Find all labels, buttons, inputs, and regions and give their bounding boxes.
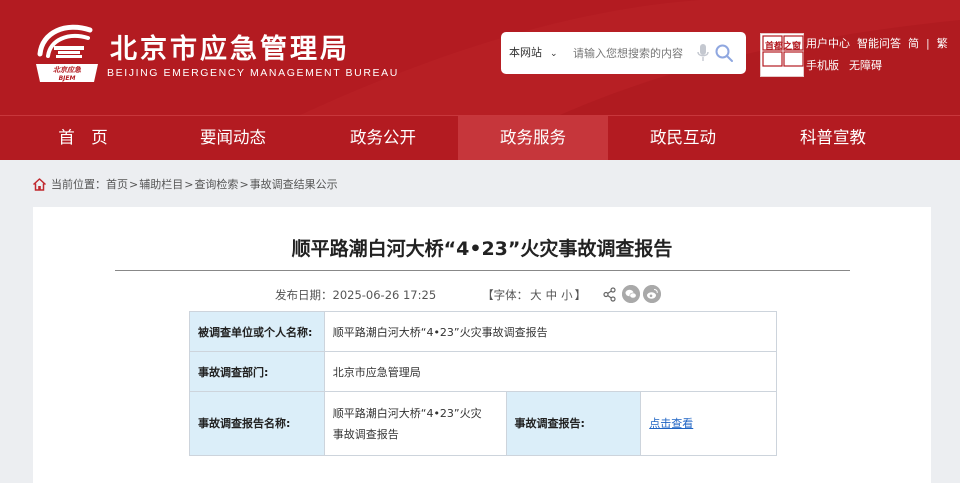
site-title: 北京市应急管理局 [110,34,350,65]
accessibility-link[interactable]: 无障碍 [849,58,882,74]
main-nav: 首 页 要闻动态 政务公开 政务服务 政民互动 科普宣教 [0,115,960,160]
report-file-label: 事故调查报告: [505,391,642,456]
article-card: 顺平路潮白河大桥“4•23”火灾事故调查报告 发布日期： 2025-06-26 … [33,207,931,483]
report-name-line-1: 顺平路潮白河大桥“4•23”火灾 [332,406,482,420]
svg-text:BJEM: BJEM [59,75,76,82]
divider: | [926,37,930,50]
home-icon [32,177,47,191]
bureau-logo-icon: 北京应急 BJEM [36,24,98,82]
font-size-large-button[interactable]: 大 [530,287,542,303]
weibo-icon[interactable] [643,285,661,303]
nav-item-news[interactable]: 要闻动态 [158,116,308,160]
top-links: 用户中心 智能问答 简 | 繁 手机版 无障碍 [806,36,948,74]
chevron-down-icon: ⌄ [550,49,558,59]
nav-item-science-education[interactable]: 科普宣教 [758,116,908,160]
breadcrumb-query[interactable]: 查询检索 [194,176,238,192]
table-row: 事故调查部门: 北京市应急管理局 [189,351,778,392]
breadcrumb: 当前位置： 首页 > 辅助栏目 > 查询检索 > 事故调查结果公示 [32,174,338,194]
view-report-link[interactable]: 点击查看 [649,417,693,430]
breadcrumb-current[interactable]: 事故调查结果公示 [250,176,338,192]
smart-qa-link[interactable]: 智能问答 [857,36,901,52]
microphone-icon[interactable] [696,43,710,63]
table-row: 被调查单位或个人名称: 顺平路潮白河大桥“4•23”火灾事故调查报告 [189,311,778,352]
breadcrumb-separator: > [129,177,139,191]
font-size-label: 【字体： [482,288,529,302]
breadcrumb-prefix: 当前位置： [51,178,106,191]
user-center-link[interactable]: 用户中心 [806,36,850,52]
article-title: 顺平路潮白河大桥“4•23”火灾事故调查报告 [291,238,673,260]
font-size-medium-button[interactable]: 中 [546,287,558,303]
share-icon[interactable] [603,287,616,302]
search-scope-label: 本网站 [509,46,542,59]
report-info-table: 被调查单位或个人名称: 顺平路潮白河大桥“4•23”火灾事故调查报告 事故调查部… [189,311,778,456]
breadcrumb-separator: > [184,177,194,191]
report-name-label: 事故调查报告名称: [189,391,325,456]
date-label: 发布日期： [275,288,333,302]
investigation-dept-label: 事故调查部门: [189,351,325,392]
investigation-dept-value: 北京市应急管理局 [323,351,778,392]
breadcrumb-home[interactable]: 首页 [106,176,128,192]
breadcrumb-separator: > [239,177,249,191]
site-subtitle: BEIJING EMERGENCY MANAGEMENT BUREAU [107,67,399,79]
article-meta: 发布日期： 2025-06-26 17:25 【字体： 大 中 小 】 [275,287,586,303]
title-divider [115,270,850,271]
search-icon[interactable] [714,43,734,63]
site-header: 北京应急 BJEM 北京市应急管理局 BEIJING EMERGENCY MAN… [0,0,960,115]
nav-item-public-interaction[interactable]: 政民互动 [608,116,758,160]
font-size-bracket: 】 [574,288,587,302]
capital-window-caption: Beijing·China [765,68,801,74]
search-input[interactable] [573,43,691,63]
table-row: 事故调查报告名称: 顺平路潮白河大桥“4•23”火灾 事故调查报告 事故调查报告… [189,391,777,456]
capital-window-label: 首都之窗 [764,42,801,52]
breadcrumb-auxiliary[interactable]: 辅助栏目 [139,176,183,192]
traditional-link[interactable]: 繁 [937,36,948,52]
report-name-value: 顺平路潮白河大桥“4•23”火灾 事故调查报告 [323,391,507,456]
wechat-icon[interactable] [622,285,640,303]
report-name-line-2: 事故调查报告 [332,427,399,441]
report-file-cell: 点击查看 [640,391,777,456]
publish-date: 2025-06-26 17:25 [332,288,437,302]
nav-item-open-government[interactable]: 政务公开 [308,116,458,160]
mobile-version-link[interactable]: 手机版 [806,58,839,74]
simplified-link[interactable]: 简 [908,36,919,52]
svg-text:北京应急: 北京应急 [53,65,81,74]
search-box: 本网站 ⌄ [501,32,746,74]
nav-item-home[interactable]: 首 页 [8,116,158,160]
font-size-small-button[interactable]: 小 [561,287,573,303]
investigated-party-value: 顺平路潮白河大桥“4•23”火灾事故调查报告 [323,311,778,352]
nav-item-government-services[interactable]: 政务服务 [458,116,608,160]
search-scope-select[interactable]: 本网站 ⌄ [509,32,558,74]
investigated-party-label: 被调查单位或个人名称: [189,311,325,352]
